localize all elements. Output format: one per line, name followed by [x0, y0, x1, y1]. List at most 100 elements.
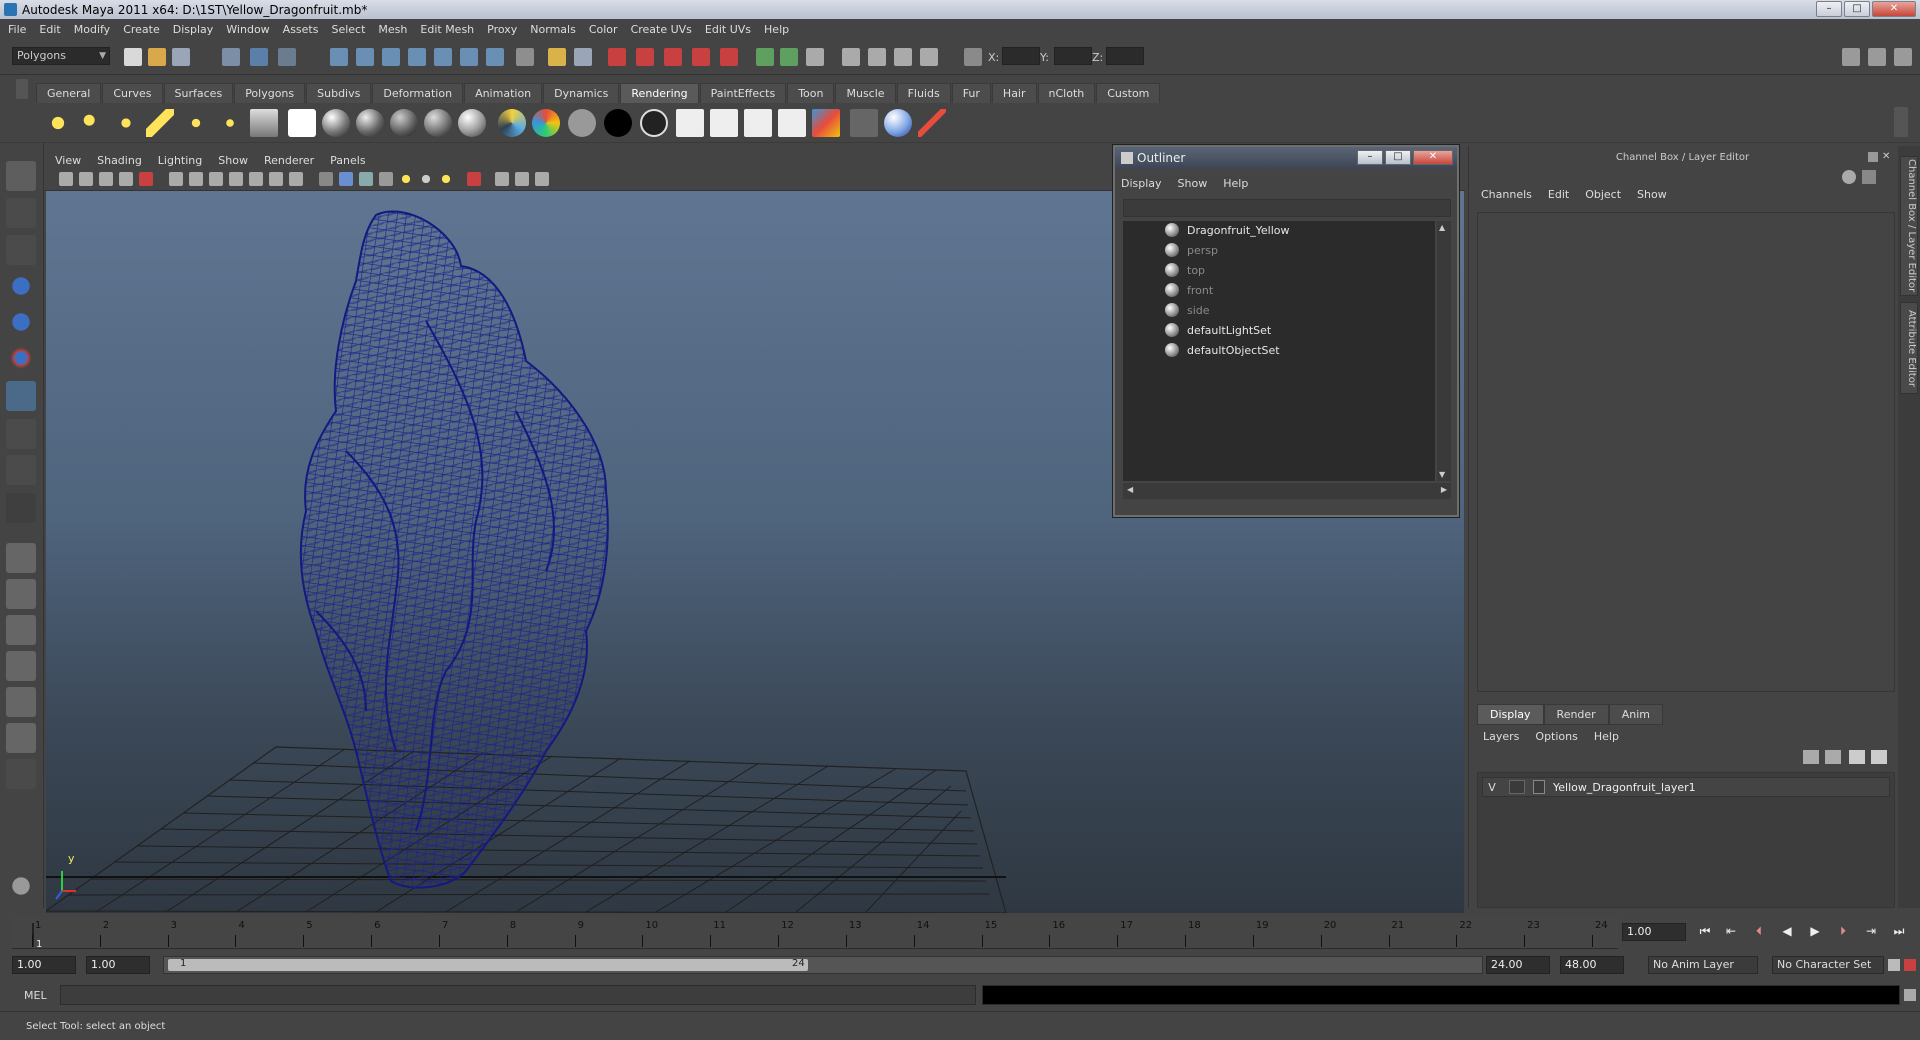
two-d-pan-zoom-icon[interactable]	[139, 172, 153, 186]
default-lighting-icon[interactable]	[399, 172, 413, 186]
attribute-editor-toggle-icon[interactable]	[806, 48, 824, 66]
go-to-start-icon[interactable]: ⏮	[1696, 923, 1714, 939]
surface-shader-icon[interactable]	[568, 109, 596, 137]
bookmarks-icon[interactable]	[99, 172, 113, 186]
history-toggle-icon[interactable]	[574, 48, 592, 66]
open-scene-icon[interactable]	[148, 48, 166, 66]
shelf-tab-ncloth[interactable]: nCloth	[1037, 83, 1096, 103]
play-backwards-icon[interactable]: ◀	[1778, 923, 1796, 939]
step-forward-frame-icon[interactable]: ⇥	[1862, 923, 1880, 939]
auto-key-icon[interactable]	[1888, 959, 1900, 971]
image-plane-icon[interactable]	[119, 172, 133, 186]
menu-create-uvs[interactable]: Create UVs	[631, 23, 692, 36]
scroll-down-icon[interactable]: ▼	[1439, 470, 1445, 479]
menu-edit-mesh[interactable]: Edit Mesh	[420, 23, 474, 36]
input-line-icon[interactable]	[756, 48, 774, 66]
menu-edit-uvs[interactable]: Edit UVs	[705, 23, 751, 36]
layered-shader-icon[interactable]	[458, 109, 486, 137]
outliner-item[interactable]: side	[1165, 301, 1210, 319]
rotate-tool-icon[interactable]	[6, 307, 36, 337]
move-layer-up-icon[interactable]	[1803, 750, 1819, 764]
layer-row[interactable]: V Yellow_Dragonfruit_layer1	[1482, 777, 1890, 797]
menu-set-dropdown[interactable]: Polygons ▼	[12, 47, 110, 65]
viewport-menu-renderer[interactable]: Renderer	[264, 154, 314, 167]
close-button[interactable]: ✕	[1872, 1, 1916, 17]
animation-end-field[interactable]: 48.00	[1560, 956, 1624, 974]
render-settings-icon[interactable]	[692, 48, 710, 66]
xray-joints-icon[interactable]	[515, 172, 529, 186]
shelf-menu-icon[interactable]	[16, 79, 28, 99]
scroll-up-icon[interactable]: ▲	[1439, 223, 1445, 232]
phong-material-icon[interactable]	[322, 109, 350, 137]
layer-tab-anim[interactable]: Anim	[1608, 704, 1663, 725]
xray-icon[interactable]	[495, 172, 509, 186]
layer-editor-toggle-icon[interactable]	[894, 48, 912, 66]
viewport-menu-shading[interactable]: Shading	[97, 154, 142, 167]
new-layer-from-selection-icon[interactable]	[1871, 750, 1887, 764]
scroll-left-icon[interactable]: ◀	[1127, 485, 1133, 494]
show-manipulator-icon[interactable]	[6, 455, 36, 485]
playback-start-field[interactable]: 1.00	[86, 956, 150, 974]
command-language-label[interactable]: MEL	[24, 989, 47, 1002]
blinn-shelf-icon[interactable]	[288, 109, 316, 137]
shelf-scroll-icon[interactable]	[1894, 107, 1908, 137]
shelf-tab-dynamics[interactable]: Dynamics	[543, 83, 620, 103]
point-light-icon[interactable]	[112, 109, 140, 137]
persp-graph-layout-icon[interactable]	[6, 651, 36, 681]
textured-icon[interactable]	[379, 172, 393, 186]
render-view-shelf-icon[interactable]	[850, 109, 878, 137]
z-field[interactable]	[1106, 47, 1144, 65]
tool-settings-toggle-icon[interactable]	[842, 48, 860, 66]
outliner-titlebar[interactable]: Outliner – □ ✕	[1115, 147, 1457, 169]
menu-color[interactable]: Color	[589, 23, 618, 36]
viewport-menu-panels[interactable]: Panels	[330, 154, 365, 167]
shelf-tab-curves[interactable]: Curves	[102, 83, 163, 103]
scale-tool-icon[interactable]	[6, 343, 36, 373]
isolate-select-icon[interactable]	[467, 172, 481, 186]
viewport-menu-show[interactable]: Show	[218, 154, 248, 167]
render-current-icon[interactable]	[636, 48, 654, 66]
outliner-item[interactable]: defaultLightSet	[1165, 321, 1271, 339]
select-object-icon[interactable]	[250, 48, 268, 66]
persp-hypershade-layout-icon[interactable]	[6, 687, 36, 717]
outliner-horizontal-scrollbar[interactable]: ◀ ▶	[1123, 483, 1451, 499]
directional-light-icon[interactable]	[78, 109, 106, 137]
shelf-tab-rendering[interactable]: Rendering	[620, 83, 699, 103]
wireframe-icon[interactable]	[319, 172, 333, 186]
outliner-item[interactable]: persp	[1165, 241, 1218, 259]
outliner-item[interactable]: Dragonfruit_Yellow	[1165, 221, 1290, 239]
shelf-tab-subdivs[interactable]: Subdivs	[306, 83, 372, 103]
menu-proxy[interactable]: Proxy	[487, 23, 517, 36]
batch-render-icon[interactable]	[778, 109, 806, 137]
outliner-filter-field[interactable]	[1123, 199, 1451, 217]
last-tool-icon[interactable]	[6, 493, 36, 523]
snap-curve-icon[interactable]	[356, 48, 374, 66]
animation-preferences-icon[interactable]	[1904, 959, 1916, 971]
light-linking-icon[interactable]	[884, 109, 912, 137]
color-shader-icon[interactable]	[532, 109, 560, 137]
channel-box-toggle-icon[interactable]	[868, 48, 886, 66]
render-view-icon[interactable]	[608, 48, 626, 66]
menu-create[interactable]: Create	[123, 23, 160, 36]
grid-toggle-icon[interactable]	[169, 172, 183, 186]
go-to-end-icon[interactable]: ⏭	[1890, 923, 1908, 939]
current-time-field[interactable]: 1.00	[1622, 923, 1686, 941]
snap-misc-icon[interactable]	[486, 48, 504, 66]
y-field[interactable]	[1054, 47, 1092, 65]
layer-color-swatch[interactable]	[1533, 780, 1545, 794]
construction-history-icon[interactable]	[548, 48, 566, 66]
menu-mesh[interactable]: Mesh	[378, 23, 407, 36]
anim-layer-dropdown[interactable]: No Anim Layer	[1648, 956, 1758, 974]
help-icon[interactable]	[516, 48, 534, 66]
ramp-shader-icon[interactable]	[498, 109, 526, 137]
minimize-button[interactable]: –	[1816, 1, 1842, 17]
save-scene-icon[interactable]	[172, 48, 190, 66]
layer-type-toggle[interactable]	[1509, 780, 1525, 794]
select-tool-icon[interactable]	[6, 161, 36, 191]
soft-mod-tool-icon[interactable]	[6, 419, 36, 449]
hypershade-shelf-icon[interactable]	[812, 109, 840, 137]
persp-graph-hypergraph-layout-icon[interactable]	[6, 723, 36, 753]
show-channel-box-icon[interactable]	[1894, 48, 1912, 66]
character-set-dropdown[interactable]: No Character Set	[1772, 956, 1884, 974]
animation-start-field[interactable]: 1.00	[12, 956, 76, 974]
